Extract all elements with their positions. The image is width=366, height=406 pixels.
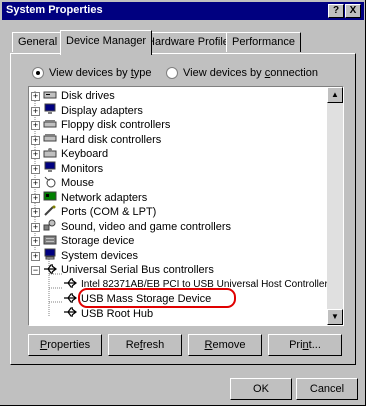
tree-item[interactable]: Display adapters xyxy=(43,103,143,118)
print-button[interactable]: Print... xyxy=(268,334,342,356)
tree-item[interactable]: Floppy disk controllers xyxy=(43,118,170,132)
usb-icon xyxy=(63,306,81,321)
tree-item-label: Universal Serial Bus controllers xyxy=(61,264,214,276)
vertical-scrollbar[interactable]: ▲ ▼ xyxy=(327,87,343,325)
usb-icon xyxy=(43,263,61,278)
tree-item-label: Keyboard xyxy=(61,148,109,160)
tree-item-label: System devices xyxy=(61,249,139,262)
usb-mass-storage-highlight-circle xyxy=(78,288,236,308)
scroll-down-icon[interactable]: ▼ xyxy=(327,309,343,325)
port-icon xyxy=(43,205,61,220)
close-button[interactable]: X xyxy=(345,4,361,18)
computer-icon xyxy=(43,248,61,263)
expand-toggle-icon[interactable]: + xyxy=(31,121,40,130)
controller-icon xyxy=(43,132,61,147)
tree-item-label: Monitors xyxy=(61,162,104,175)
tree-item-label: Storage device xyxy=(61,235,135,247)
tree-item-label: Disk drives xyxy=(61,90,115,102)
ok-button[interactable]: OK xyxy=(230,378,292,400)
remove-button[interactable]: Remove xyxy=(188,334,262,356)
tree-item[interactable]: Keyboard xyxy=(43,147,108,161)
scroll-up-icon[interactable]: ▲ xyxy=(327,87,343,103)
controller-icon xyxy=(43,118,61,133)
tree-item[interactable]: Universal Serial Bus controllers xyxy=(43,263,214,277)
mouse-icon xyxy=(43,176,61,191)
tree-item[interactable]: Disk drives xyxy=(43,89,115,103)
collapse-toggle-icon[interactable]: − xyxy=(31,266,40,275)
tree-item-label: Network adapters xyxy=(61,191,148,204)
cancel-button[interactable]: Cancel xyxy=(296,378,358,400)
tab-device-manager[interactable]: Device Manager xyxy=(60,30,153,55)
tree-item[interactable]: Hard disk controllers xyxy=(43,133,161,147)
properties-button[interactable]: Properties xyxy=(28,334,102,356)
disk-drive-icon xyxy=(43,89,61,104)
tree-item[interactable]: Network adapters xyxy=(43,191,147,205)
expand-toggle-icon[interactable]: + xyxy=(31,193,40,203)
tree-item[interactable]: Ports (COM & LPT) xyxy=(43,205,156,219)
tree-item-label: Mouse xyxy=(61,177,95,189)
view-by-type-label: View devices by type xyxy=(49,67,152,79)
refresh-button[interactable]: Refresh xyxy=(108,334,182,356)
tree-item-label: Ports (COM & LPT) xyxy=(61,206,157,218)
expand-toggle-icon[interactable]: + xyxy=(31,237,40,246)
tree-item-label: Sound, video and game controllers xyxy=(61,220,231,233)
network-card-icon xyxy=(43,190,61,205)
tree-item[interactable]: Monitors xyxy=(43,161,104,176)
expand-toggle-icon[interactable]: + xyxy=(31,150,40,159)
view-by-connection-radio[interactable]: View devices by connection xyxy=(166,67,318,79)
tree-item-label: Hard disk controllers xyxy=(61,133,162,146)
tree-item[interactable]: Storage device xyxy=(43,234,134,248)
usb-icon xyxy=(63,277,81,292)
tree-item[interactable]: Sound, video and game controllers xyxy=(43,219,231,234)
expand-toggle-icon[interactable]: + xyxy=(31,179,40,188)
monitor-icon xyxy=(43,161,61,176)
keyboard-icon xyxy=(43,147,61,162)
expand-toggle-icon[interactable]: + xyxy=(31,251,40,261)
title-bar[interactable]: System Properties ? X xyxy=(2,2,364,20)
expand-toggle-icon[interactable]: + xyxy=(31,135,40,145)
system-properties-window: System Properties ? X General Device Man… xyxy=(0,0,366,406)
radio-unselected-icon xyxy=(166,67,178,79)
view-by-type-radio[interactable]: View devices by type xyxy=(32,67,152,79)
monitor-icon xyxy=(43,103,61,118)
tree-item-label: Floppy disk controllers xyxy=(61,119,171,131)
tab-general[interactable]: General xyxy=(12,32,64,52)
view-by-connection-label: View devices by connection xyxy=(183,67,318,79)
expand-toggle-icon[interactable]: + xyxy=(31,106,40,116)
sound-icon xyxy=(43,219,61,234)
tree-item[interactable]: Mouse xyxy=(43,176,94,190)
tab-performance[interactable]: Performance xyxy=(226,32,301,52)
expand-toggle-icon[interactable]: + xyxy=(31,92,40,101)
radio-selected-icon xyxy=(32,67,44,79)
tree-item-label: Display adapters xyxy=(61,104,143,117)
tree-child-item[interactable]: USB Root Hub xyxy=(63,307,153,321)
storage-icon xyxy=(43,234,61,249)
window-title: System Properties xyxy=(6,4,103,16)
help-button[interactable]: ? xyxy=(328,4,344,18)
expand-toggle-icon[interactable]: + xyxy=(31,222,40,232)
expand-toggle-icon[interactable]: + xyxy=(31,208,40,217)
expand-toggle-icon[interactable]: + xyxy=(31,164,40,174)
tree-item[interactable]: System devices xyxy=(43,248,139,263)
tree-child-label: USB Root Hub xyxy=(81,307,154,320)
